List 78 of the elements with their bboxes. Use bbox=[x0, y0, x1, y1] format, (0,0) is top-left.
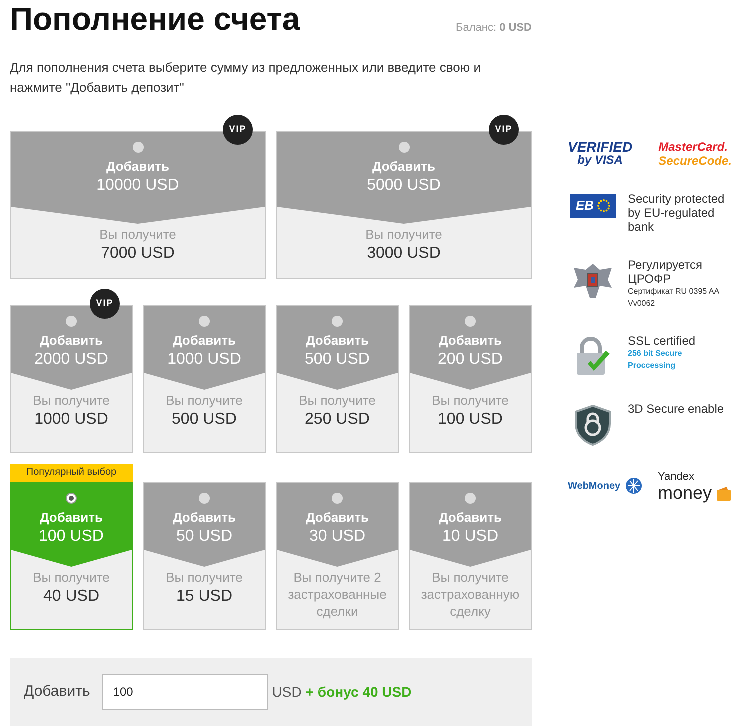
radio-button[interactable] bbox=[332, 316, 343, 327]
receive-amount: 7000 USD bbox=[101, 244, 175, 264]
add-label: Добавить bbox=[372, 159, 436, 175]
feature-title: SSL certified bbox=[628, 334, 697, 348]
deposit-amount: 1000 USD bbox=[168, 350, 242, 370]
deposit-amount: 5000 USD bbox=[367, 176, 441, 196]
vip-badge: VIP bbox=[489, 115, 519, 145]
amount-card[interactable]: Добавить 50 USD Вы получите 15 USD bbox=[143, 482, 266, 630]
deposit-amount: 30 USD bbox=[309, 527, 366, 547]
amount-card[interactable]: Добавить 100 USD Вы получите 40 USD bbox=[10, 482, 133, 630]
radio-button[interactable] bbox=[332, 493, 343, 504]
receive-label: Вы получите 2 застрахованные сделки bbox=[287, 569, 388, 620]
radio-button[interactable] bbox=[398, 142, 410, 153]
amount-card[interactable]: Добавить 1000 USD Вы получите 500 USD bbox=[143, 305, 266, 453]
radio-button[interactable] bbox=[132, 142, 144, 153]
add-label: Добавить bbox=[439, 510, 502, 526]
add-label: Добавить bbox=[40, 510, 103, 526]
popular-badge: Популярный выбор bbox=[10, 464, 133, 482]
add-label: Добавить bbox=[24, 682, 90, 702]
add-label: Добавить bbox=[306, 333, 369, 349]
add-label: Добавить bbox=[173, 510, 236, 526]
add-label: Добавить bbox=[439, 333, 502, 349]
deposit-amount: 10 USD bbox=[442, 527, 499, 547]
receive-amount: 100 USD bbox=[438, 410, 503, 430]
add-label: Добавить bbox=[40, 333, 103, 349]
amount-card[interactable]: Добавить 5000 USD Вы получите 3000 USD bbox=[276, 131, 532, 279]
receive-label: Вы получите bbox=[366, 226, 442, 243]
amount-card[interactable]: Добавить 2000 USD Вы получите 1000 USD bbox=[10, 305, 133, 453]
radio-button[interactable] bbox=[199, 493, 210, 504]
deposit-amount: 500 USD bbox=[305, 350, 370, 370]
receive-label: Вы получите bbox=[299, 392, 376, 409]
receive-amount: 1000 USD bbox=[34, 410, 108, 430]
webmoney-logo: WebMoney bbox=[568, 477, 643, 495]
vip-badge: VIP bbox=[90, 289, 120, 319]
amount-input[interactable]: 100 bbox=[102, 674, 268, 710]
amount-card[interactable]: Добавить 10000 USD Вы получите 7000 USD bbox=[10, 131, 266, 279]
page-title: Пополнение счета bbox=[10, 0, 300, 38]
radio-button[interactable] bbox=[465, 493, 476, 504]
receive-amount: 250 USD bbox=[305, 410, 370, 430]
receive-amount: 500 USD bbox=[172, 410, 237, 430]
add-label: Добавить bbox=[173, 333, 236, 349]
bonus-text: + бонус 40 USD bbox=[306, 682, 412, 702]
deposit-amount: 200 USD bbox=[438, 350, 503, 370]
deposit-amount: 10000 USD bbox=[96, 176, 180, 196]
deposit-amount: 100 USD bbox=[39, 527, 104, 547]
receive-label: Вы получите bbox=[33, 569, 110, 586]
add-label: Добавить bbox=[106, 159, 170, 175]
radio-button[interactable] bbox=[66, 493, 77, 504]
balance-text: Баланс: 0 USD bbox=[456, 20, 532, 36]
currency-label: USD bbox=[272, 682, 302, 702]
deposit-amount: 50 USD bbox=[176, 527, 233, 547]
receive-label: Вы получите bbox=[100, 226, 176, 243]
verified-by-visa-logo: VERIFIED by VISA bbox=[568, 141, 633, 167]
radio-button[interactable] bbox=[66, 316, 77, 327]
shield-lock-icon bbox=[573, 404, 613, 446]
mastercard-securecode-logo: MasterCard. SecureCode. bbox=[658, 140, 732, 168]
deposit-amount: 2000 USD bbox=[34, 350, 108, 370]
radio-button[interactable] bbox=[465, 316, 476, 327]
receive-label: Вы получите bbox=[432, 392, 509, 409]
instruction-text: Для пополнения счета выберите сумму из предложенных или введите свою и нажмите "Добавить депозит" bbox=[10, 59, 482, 97]
amount-card[interactable]: Добавить 200 USD Вы получите 100 USD bbox=[409, 305, 532, 453]
receive-label: Вы получите застрахованную сделку bbox=[420, 569, 521, 620]
receive-amount: 40 USD bbox=[43, 587, 100, 607]
vip-badge: VIP bbox=[223, 115, 253, 145]
radio-button[interactable] bbox=[199, 316, 210, 327]
receive-amount: 15 USD bbox=[176, 587, 233, 607]
add-label: Добавить bbox=[306, 510, 369, 526]
receive-label: Вы получите bbox=[166, 392, 243, 409]
eu-bank-logo: EB bbox=[570, 194, 616, 218]
receive-amount: 3000 USD bbox=[367, 244, 441, 264]
amount-card[interactable]: Добавить 500 USD Вы получите 250 USD bbox=[276, 305, 399, 453]
feature-title: Регулируется ЦРОФР bbox=[628, 258, 704, 286]
yandex-money-logo: Yandex money bbox=[658, 470, 732, 502]
feature-note: Сертификат RU 0395 AA Vv0062 bbox=[628, 286, 720, 310]
receive-label: Вы получите bbox=[166, 569, 243, 586]
receive-label: Вы получите bbox=[33, 392, 110, 409]
feature-title: Security protected by EU-regulated bank bbox=[628, 192, 726, 234]
feature-title: 3D Secure enable bbox=[628, 402, 726, 416]
